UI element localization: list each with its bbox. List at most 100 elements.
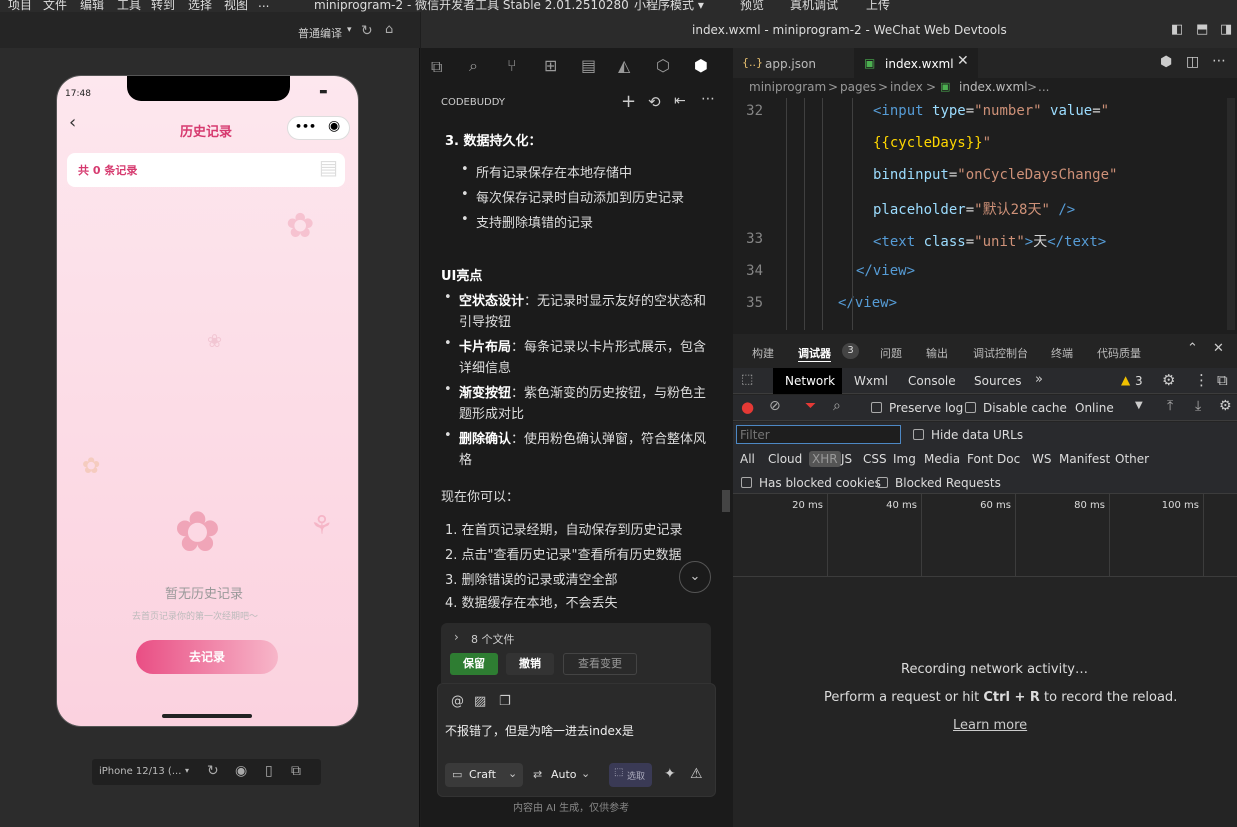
menu-item[interactable]: 小程序模式 ▾: [634, 0, 704, 12]
menu-item[interactable]: 选择: [188, 0, 212, 12]
popout-icon[interactable]: ⧉: [291, 763, 301, 779]
history-icon[interactable]: ⟲: [648, 93, 661, 111]
scroll-down-button[interactable]: ⌄: [679, 561, 711, 593]
send-icon[interactable]: ⚠: [690, 766, 703, 782]
select-element-button[interactable]: 选取 ⬚: [609, 763, 652, 787]
extensions-icon[interactable]: ⊞: [544, 56, 557, 75]
capsule-menu[interactable]: ••• ◉: [287, 116, 350, 140]
more-icon[interactable]: ⋯: [701, 91, 715, 107]
settings-icon[interactable]: ⚙: [1219, 398, 1232, 414]
blocked-requests-checkbox[interactable]: [877, 477, 888, 488]
rotate-icon[interactable]: ↻: [207, 763, 219, 779]
menu-item[interactable]: ...: [258, 0, 269, 10]
layout-left-icon[interactable]: ◧: [1171, 22, 1183, 37]
auto-model-select[interactable]: Auto: [551, 768, 577, 781]
tab-index-wxml[interactable]: ▣ index.wxml ✕: [854, 48, 978, 78]
layout-bottom-icon[interactable]: ⬒: [1196, 22, 1208, 37]
type-filter-ws[interactable]: WS: [1032, 452, 1051, 466]
type-filter-manifest[interactable]: Manifest: [1059, 452, 1110, 466]
panel-tab[interactable]: 输出: [926, 345, 948, 361]
filter-icon[interactable]: ⏷: [805, 398, 816, 414]
breadcrumb-item[interactable]: miniprogram: [749, 80, 826, 94]
mention-icon[interactable]: @: [451, 694, 464, 709]
more-icon[interactable]: ⋯: [1212, 53, 1226, 69]
search-icon[interactable]: ⌕: [469, 56, 478, 76]
undo-button[interactable]: 撤销: [506, 653, 554, 675]
export-icon[interactable]: ⤓: [1195, 398, 1201, 414]
sparkle-icon[interactable]: ✦: [664, 766, 676, 782]
record-icon[interactable]: ●: [741, 398, 754, 416]
chat-input-box[interactable]: @ ▨ ❐ 不报错了，但是为啥一进去index是 ▭ Craft ⌄ ⇄ Aut…: [437, 683, 716, 797]
blocked-cookies-checkbox[interactable]: [741, 477, 752, 488]
more-tabs-icon[interactable]: »: [1035, 372, 1043, 387]
settings-icon[interactable]: ⚙: [1162, 371, 1175, 389]
close-icon[interactable]: ✕: [957, 53, 969, 69]
more-icon[interactable]: •••: [295, 120, 316, 133]
tab-wxml[interactable]: Wxml: [854, 374, 888, 388]
menu-item[interactable]: 工具: [117, 0, 141, 12]
split-editor-icon[interactable]: ◫: [1186, 54, 1199, 70]
hide-data-urls-checkbox[interactable]: [913, 429, 924, 440]
docker-icon[interactable]: ◭: [618, 56, 630, 75]
keep-button[interactable]: 保留: [450, 653, 498, 675]
type-filter-js[interactable]: JS: [841, 452, 852, 466]
maximize-panel-icon[interactable]: ⌃: [1187, 341, 1198, 356]
breadcrumb-item[interactable]: index.wxml: [959, 80, 1028, 94]
menu-item[interactable]: 编辑: [80, 0, 104, 12]
close-panel-icon[interactable]: ✕: [1213, 341, 1224, 356]
panel-tab[interactable]: 调试控制台: [973, 345, 1028, 361]
book-icon[interactable]: ❐: [499, 694, 511, 709]
phone-icon[interactable]: ▯: [265, 763, 273, 779]
files-icon[interactable]: ⧉: [431, 57, 442, 77]
tab-app-json[interactable]: {..} app.json: [733, 48, 853, 78]
menu-item[interactable]: 项目: [8, 0, 32, 12]
compile-mode-select[interactable]: 普通编译: [298, 25, 342, 41]
editor-scrollbar[interactable]: [1227, 98, 1235, 330]
breadcrumb-item[interactable]: pages: [840, 80, 876, 94]
disable-cache-checkbox[interactable]: [965, 402, 976, 413]
git-icon[interactable]: ⑂: [507, 56, 517, 75]
code-line[interactable]: </view>: [838, 295, 897, 311]
code-line[interactable]: placeholder="默认28天" />: [873, 199, 1075, 219]
type-filter-img[interactable]: Img: [893, 452, 916, 466]
type-filter-doc[interactable]: Doc: [997, 452, 1020, 466]
menu-item[interactable]: 真机调试: [790, 0, 838, 12]
preview-icon[interactable]: ⬢: [1160, 54, 1172, 70]
code-line[interactable]: {{cycleDays}}": [873, 135, 991, 151]
back-icon[interactable]: ‹: [69, 112, 76, 133]
image-icon[interactable]: ▨: [474, 694, 486, 709]
filter-input[interactable]: [736, 425, 901, 444]
breadcrumb-more[interactable]: ...: [1038, 80, 1049, 94]
chevron-right-icon[interactable]: ›: [454, 630, 459, 644]
go-record-button[interactable]: 去记录: [136, 640, 278, 674]
throttle-select[interactable]: Online: [1075, 401, 1114, 415]
inspect-icon[interactable]: ⬚: [741, 372, 753, 387]
new-chat-icon[interactable]: +: [621, 91, 636, 112]
type-filter-font[interactable]: Font: [967, 452, 993, 466]
breadcrumb-item[interactable]: index: [890, 80, 923, 94]
view-changes-button[interactable]: 查看变更: [563, 653, 637, 675]
import-icon[interactable]: ⤒: [1167, 398, 1173, 414]
panel-tab[interactable]: 调试器: [798, 345, 831, 362]
chat-scrollbar[interactable]: [722, 490, 730, 512]
craft-mode-select[interactable]: ▭ Craft ⌄: [445, 763, 523, 787]
panel-tab[interactable]: 代码质量: [1097, 345, 1141, 361]
code-line[interactable]: bindinput="onCycleDaysChange": [873, 167, 1117, 183]
type-filter-css[interactable]: CSS: [863, 452, 887, 466]
learn-more-link[interactable]: Learn more: [953, 718, 1027, 733]
clear-cache-icon[interactable]: ⌂: [385, 22, 393, 37]
clear-icon[interactable]: ⊘: [769, 398, 781, 414]
code-line[interactable]: </view>: [856, 263, 915, 279]
more-icon[interactable]: ⋮: [1194, 371, 1209, 389]
refresh-icon[interactable]: ↻: [361, 23, 373, 39]
panel-tab[interactable]: 问题: [880, 345, 902, 361]
menu-item[interactable]: 视图: [224, 0, 248, 12]
menu-item[interactable]: 预览: [740, 0, 764, 12]
type-filter-other[interactable]: Other: [1115, 452, 1149, 466]
layout-right-icon[interactable]: ◨: [1220, 22, 1232, 37]
close-capsule-icon[interactable]: ◉: [328, 118, 340, 134]
undock-icon[interactable]: ⧉: [1217, 371, 1228, 389]
warning-icon[interactable]: ▲: [1121, 373, 1130, 387]
codebuddy-icon[interactable]: ⬢: [694, 56, 708, 75]
tab-network[interactable]: Network: [773, 368, 842, 394]
